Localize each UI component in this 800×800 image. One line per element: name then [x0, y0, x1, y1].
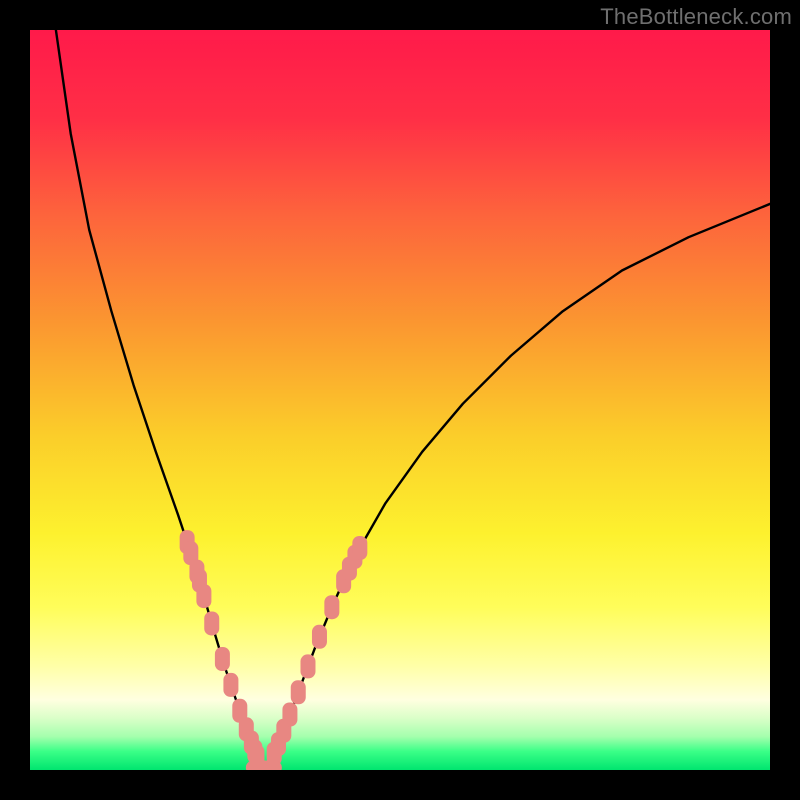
data-lozenge	[215, 647, 230, 671]
data-lozenge	[300, 654, 315, 678]
data-lozenge	[312, 625, 327, 649]
curve-layer	[30, 30, 770, 770]
curve-right-branch	[264, 204, 770, 769]
data-lozenge	[196, 584, 211, 608]
data-lozenge	[291, 680, 306, 704]
data-lozenge	[204, 611, 219, 635]
data-lozenge	[223, 673, 238, 697]
curve-left-branch	[56, 30, 264, 769]
plot-area	[30, 30, 770, 770]
data-lozenge	[352, 536, 367, 560]
data-lozenge	[246, 761, 282, 770]
chart-stage: TheBottleneck.com	[0, 0, 800, 800]
data-lozenge	[324, 595, 339, 619]
data-lozenge	[282, 703, 297, 727]
watermark-text: TheBottleneck.com	[600, 4, 792, 30]
